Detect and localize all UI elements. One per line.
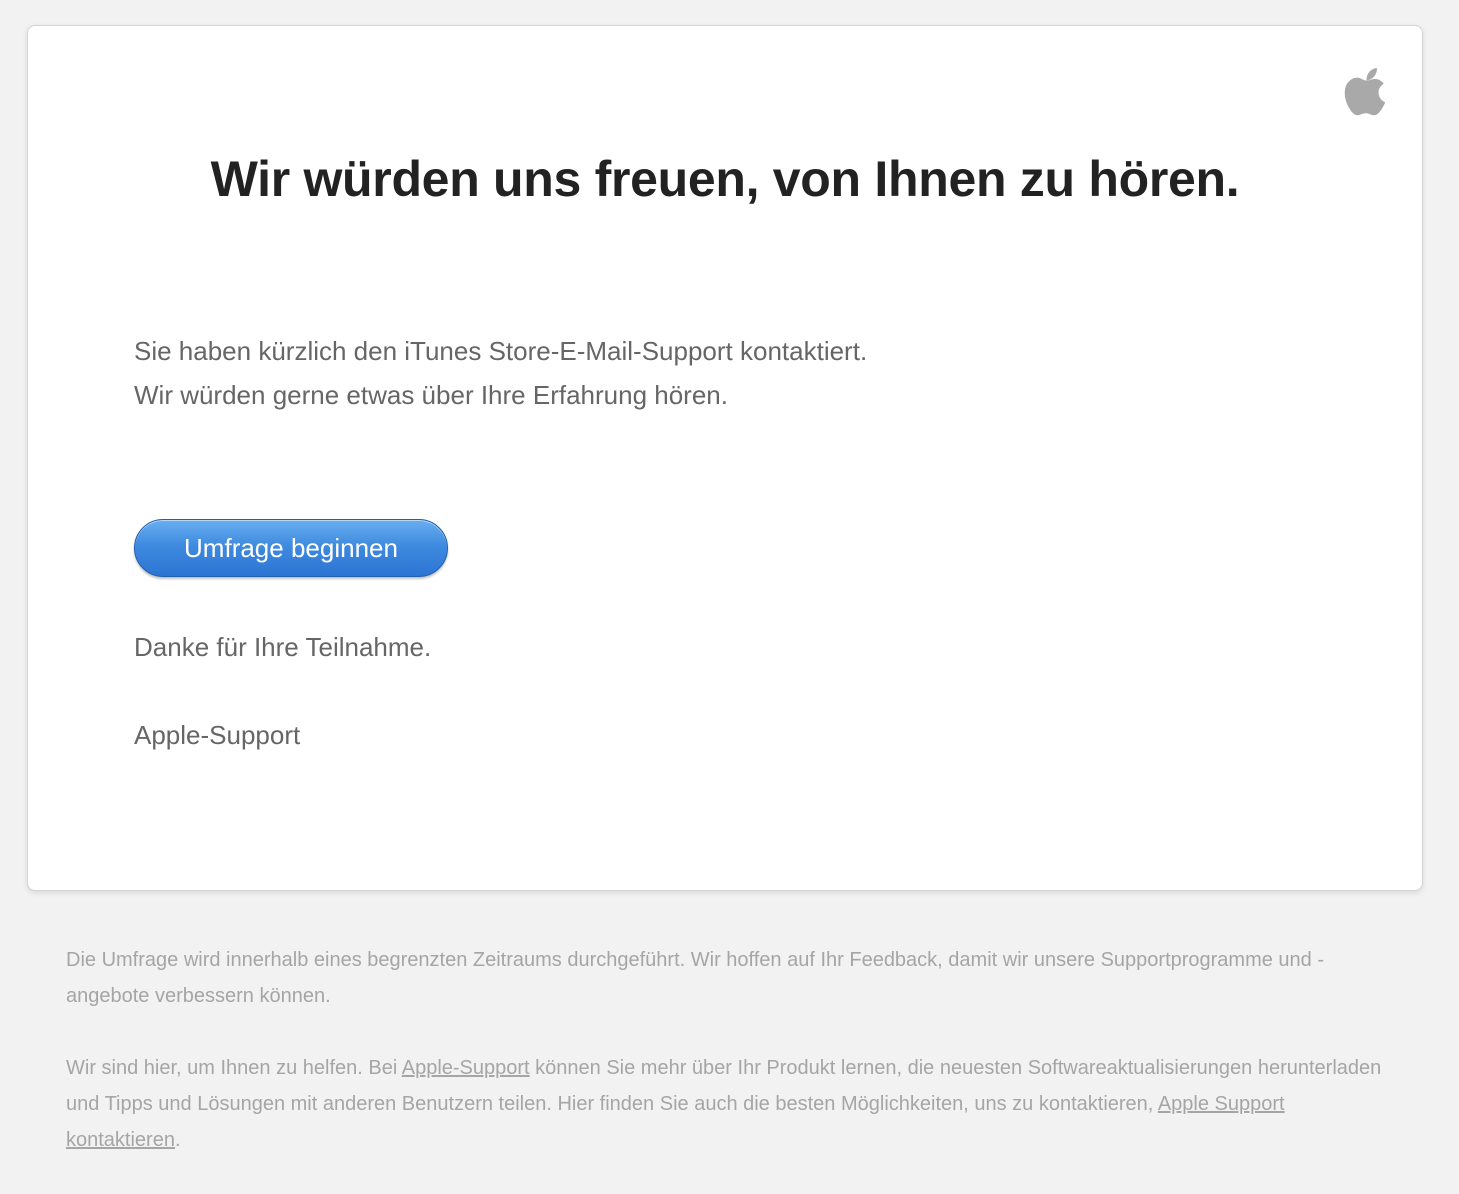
intro-text: Sie haben kürzlich den iTunes Store-E-Ma… [134,329,867,417]
survey-card: Wir würden uns freuen, von Ihnen zu höre… [27,25,1423,891]
footer: Die Umfrage wird innerhalb eines begrenz… [66,942,1396,1194]
footer-paragraph: Wir sind hier, um Ihnen zu helfen. Bei A… [66,1050,1396,1158]
apple-support-link[interactable]: Apple-Support [402,1057,530,1079]
apple-logo-icon [1344,68,1388,120]
footer-paragraph: Die Umfrage wird innerhalb eines begrenz… [66,949,1325,1007]
page-title: Wir würden uns freuen, von Ihnen zu höre… [210,151,1240,207]
signature: Apple-Support [134,720,301,750]
thanks-text: Danke für Ihre Teilnahme. [134,632,432,662]
intro-line: Wir würden gerne etwas über Ihre Erfahru… [134,380,728,410]
start-survey-button[interactable]: Umfrage beginnen [134,519,448,577]
intro-line: Sie haben kürzlich den iTunes Store-E-Ma… [134,336,868,366]
footer-text: . [174,1129,181,1151]
footer-text: Wir sind hier, um Ihnen zu helfen. Bei [66,1057,402,1079]
